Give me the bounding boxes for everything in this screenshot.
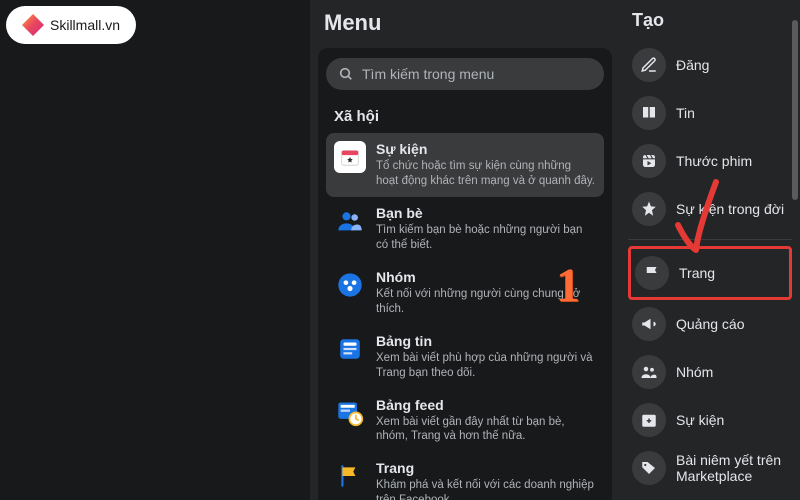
flag-solid-icon (635, 256, 669, 290)
menu-item-title: Sự kiện (376, 141, 596, 157)
create-item-life-event[interactable]: Sự kiện trong đời (628, 185, 792, 233)
create-item-label: Đăng (676, 57, 709, 73)
menu-item-desc: Tìm kiếm bạn bè hoặc những người bạn có … (376, 223, 596, 253)
create-item-marketplace[interactable]: Bài niêm yết trên Marketplace (628, 444, 792, 492)
people-icon (632, 355, 666, 389)
create-item-post[interactable]: Đăng (628, 41, 792, 89)
create-item-page[interactable]: Trang (628, 246, 792, 300)
create-item-group[interactable]: Nhóm (628, 348, 792, 396)
menu-item-events[interactable]: Sự kiện Tổ chức hoặc tìm sự kiện cùng nh… (326, 133, 604, 197)
menu-item-desc: Tổ chức hoặc tìm sự kiện cùng những hoạt… (376, 159, 596, 189)
scrollbar-thumb[interactable] (792, 20, 798, 200)
calendar-plus-icon (632, 403, 666, 437)
groups-icon (334, 269, 366, 301)
calendar-star-icon (334, 141, 366, 173)
menu-search-input[interactable]: Tìm kiếm trong menu (326, 58, 604, 90)
create-title: Tạo (628, 10, 792, 31)
menu-item-desc: Khám phá và kết nối với các doanh nghiệp… (376, 478, 596, 500)
create-item-label: Bài niêm yết trên Marketplace (676, 452, 788, 484)
create-item-label: Tin (676, 105, 695, 121)
newsfeed-icon (334, 333, 366, 365)
skillmall-logo-icon (22, 14, 44, 36)
book-icon (632, 96, 666, 130)
menu-item-desc: Xem bài viết phù hợp của những người và … (376, 351, 596, 381)
create-item-reel[interactable]: Thước phim (628, 137, 792, 185)
annotation-step-number: 1 (556, 258, 580, 313)
menu-item-feeds[interactable]: Bảng feed Xem bài viết gần đây nhất từ b… (326, 389, 604, 453)
scrollbar[interactable] (792, 20, 798, 480)
tag-icon (632, 451, 666, 485)
star-icon (632, 192, 666, 226)
create-item-label: Sự kiện (676, 412, 724, 428)
menu-item-title: Bảng tin (376, 333, 596, 349)
create-item-label: Nhóm (676, 364, 713, 380)
friends-icon (334, 205, 366, 237)
create-panel: Tạo Đăng Tin Thước phim Sự kiện trong đờ… (620, 0, 800, 500)
megaphone-icon (632, 307, 666, 341)
menu-panel: Menu Tìm kiếm trong menu Xã hội Sự kiện … (310, 0, 620, 500)
divider (628, 239, 792, 240)
menu-item-title: Trang (376, 460, 596, 476)
create-item-label: Quảng cáo (676, 316, 745, 332)
menu-item-newsfeed[interactable]: Bảng tin Xem bài viết phù hợp của những … (326, 325, 604, 389)
create-item-story[interactable]: Tin (628, 89, 792, 137)
menu-item-pages[interactable]: Trang Khám phá và kết nối với các doanh … (326, 452, 604, 500)
feeds-clock-icon (334, 397, 366, 429)
flag-icon (334, 460, 366, 492)
section-social-label: Xã hội (326, 104, 604, 133)
menu-title: Menu (318, 10, 612, 36)
menu-item-title: Bảng feed (376, 397, 596, 413)
search-icon (338, 66, 354, 82)
watermark-badge: Skillmall.vn (6, 6, 136, 44)
create-item-label: Sự kiện trong đời (676, 201, 784, 217)
create-item-event[interactable]: Sự kiện (628, 396, 792, 444)
create-item-label: Thước phim (676, 153, 752, 169)
menu-item-title: Bạn bè (376, 205, 596, 221)
reel-icon (632, 144, 666, 178)
menu-item-friends[interactable]: Bạn bè Tìm kiếm bạn bè hoặc những người … (326, 197, 604, 261)
create-item-ad[interactable]: Quảng cáo (628, 300, 792, 348)
watermark-text: Skillmall.vn (50, 17, 120, 33)
create-item-label: Trang (679, 265, 715, 281)
edit-icon (632, 48, 666, 82)
search-placeholder: Tìm kiếm trong menu (362, 66, 494, 82)
menu-item-desc: Xem bài viết gần đây nhất từ bạn bè, nhó… (376, 415, 596, 445)
